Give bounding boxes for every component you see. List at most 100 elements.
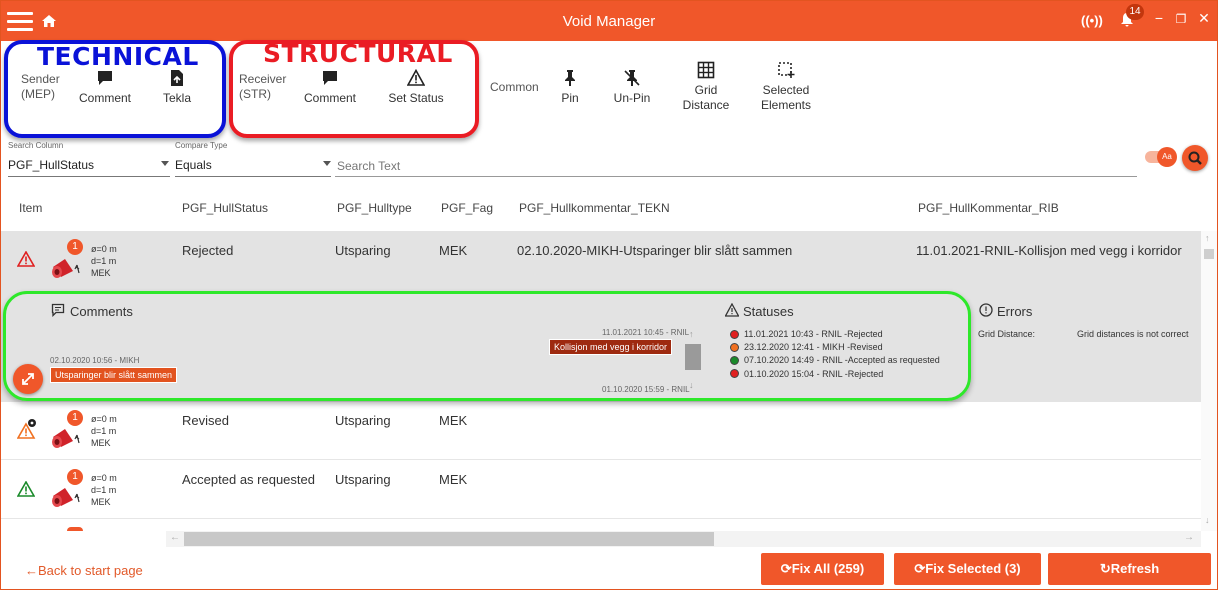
back-to-start-link[interactable]: ←Back to start page	[25, 563, 143, 578]
cell-kommentar-rib: 11.01.2021-RNIL-Kollisjon med vegg i kor…	[916, 243, 1182, 258]
vertical-scrollbar[interactable]: ↑ ↓	[1201, 231, 1217, 531]
set-status-button[interactable]: Set Status	[381, 69, 451, 105]
element-count-badge: 1	[67, 410, 83, 426]
comment-left-meta: 02.10.2020 10:56 - MIKH	[50, 356, 140, 365]
dim-diameter: ø=0 m	[91, 473, 117, 483]
fix-selected-label: Fix Selected (3)	[925, 561, 1021, 576]
vertical-scroll-thumb[interactable]	[1204, 249, 1214, 259]
comments-scroll-up-icon[interactable]: ↑	[689, 329, 694, 339]
dim-discipline: MEK	[91, 497, 111, 507]
close-button[interactable]: ✕	[1196, 10, 1212, 30]
statuses-title: Statuses	[743, 304, 794, 319]
table-row[interactable]: 1 ø=0 m d=1 m MEK Revised Utsparing MEK	[1, 402, 1201, 460]
column-header-fag[interactable]: PGF_Fag	[441, 201, 493, 215]
element-count-badge: 1	[67, 469, 83, 485]
tekla-label: Tekla	[162, 91, 191, 105]
notification-count-badge: 14	[1126, 4, 1144, 20]
chevron-down-icon[interactable]	[161, 161, 169, 166]
dim-discipline: MEK	[91, 438, 111, 448]
cell-fag: MEK	[439, 413, 468, 428]
scroll-up-icon[interactable]: ↑	[1205, 233, 1210, 243]
compare-type-caption: Compare Type	[175, 141, 228, 150]
search-icon[interactable]	[1182, 145, 1208, 171]
errors-title: Errors	[997, 304, 1033, 319]
warning-gear-icon	[17, 419, 36, 439]
dim-discipline: MEK	[91, 268, 111, 278]
fix-all-button[interactable]: ⟳Fix All (259)	[761, 553, 884, 585]
selected-elements-button[interactable]: Selected Elements	[753, 61, 819, 113]
error-value: Grid distances is not correct	[1077, 329, 1189, 339]
restore-button[interactable]: ❐	[1173, 12, 1189, 32]
sync-icon: ⟳	[780, 561, 792, 576]
search-text-underline	[335, 176, 1137, 177]
column-header-item[interactable]: Item	[19, 201, 42, 215]
comments-icon	[51, 303, 65, 317]
column-header-hulltype[interactable]: PGF_Hulltype	[337, 201, 412, 215]
cell-fag: MEK	[439, 472, 468, 487]
scroll-down-icon[interactable]: ↓	[1205, 515, 1210, 525]
dim-depth: d=1 m	[91, 256, 117, 266]
unpin-icon	[624, 70, 640, 86]
cell-hullstatus: Accepted as requested	[182, 472, 315, 487]
pin-button[interactable]: Pin	[553, 69, 587, 105]
horizontal-scroll-thumb[interactable]	[184, 532, 714, 546]
cell-kommentar-tekn: 02.10.2020-MIKH-Utsparinger blir slått s…	[517, 243, 793, 258]
status-dot	[730, 369, 739, 378]
comment-right-chip[interactable]: Kollisjon med vegg i korridor	[549, 339, 673, 355]
case-sensitive-icon: Aa	[1157, 147, 1177, 167]
technical-comment-button[interactable]: Comment	[75, 69, 135, 105]
dim-depth: d=1 m	[91, 485, 117, 495]
error-key: Grid Distance:	[978, 329, 1036, 339]
search-text-input[interactable]: Search Text	[337, 159, 400, 173]
search-column-select[interactable]: PGF_HullStatus	[8, 158, 168, 172]
comment-left-chip[interactable]: Utsparinger blir slått sammen	[50, 367, 178, 383]
table-row[interactable]: 1 ø=0 m d=1 m MEK Accepted as requested …	[1, 461, 1201, 519]
partial-row-badge	[67, 527, 83, 531]
structural-group-title: STRUCTURAL	[263, 39, 453, 68]
connectivity-icon[interactable]: ((•))	[1081, 13, 1103, 28]
compare-type-select[interactable]: Equals	[175, 158, 325, 172]
comment-icon	[323, 71, 337, 85]
title-bar: Void Manager ((•)) 14 − ❐ ✕	[1, 1, 1217, 41]
chevron-down-icon[interactable]	[323, 161, 331, 166]
sync-icon: ⟳	[914, 561, 926, 576]
comments-scroll-track[interactable]	[685, 344, 701, 370]
status-entry: 01.10.2020 15:04 - RNIL -Rejected	[744, 369, 884, 379]
dim-depth: d=1 m	[91, 426, 117, 436]
column-header-hullkommentar-tekn[interactable]: PGF_Hullkommentar_TEKN	[519, 201, 670, 215]
cell-hulltype: Utsparing	[335, 413, 391, 428]
structural-comment-button[interactable]: Comment	[299, 69, 361, 105]
warning-icon	[407, 69, 425, 86]
pin-icon	[565, 70, 575, 86]
selection-add-icon	[778, 62, 795, 78]
fix-selected-button[interactable]: ⟳Fix Selected (3)	[894, 553, 1041, 585]
scroll-right-icon[interactable]: →	[1184, 532, 1194, 543]
case-sensitive-toggle[interactable]: Aa	[1145, 147, 1177, 167]
technical-comment-label: Comment	[78, 91, 131, 105]
table-row[interactable]: 1 ø=0 m d=1 m MEK Rejected Utsparing MEK…	[1, 231, 1201, 291]
horizontal-scrollbar[interactable]: ← →	[166, 531, 1201, 547]
pin-label: Pin	[561, 91, 579, 105]
sender-label: Sender (MEP)	[21, 72, 60, 101]
comment-bottom-meta: 01.10.2020 15:59 - RNIL	[602, 385, 690, 394]
status-dot	[730, 330, 739, 339]
unpin-button[interactable]: Un-Pin	[609, 69, 655, 105]
cell-hullstatus: Rejected	[182, 243, 234, 258]
tekla-button[interactable]: Tekla	[151, 69, 203, 105]
column-header-hullstatus[interactable]: PGF_HullStatus	[182, 201, 268, 215]
selected-elements-label: Selected Elements	[760, 83, 812, 112]
scroll-left-icon[interactable]: ←	[170, 532, 180, 543]
cell-hullstatus: Revised	[182, 413, 229, 428]
status-entry: 07.10.2020 14:49 - RNIL -Accepted as req…	[744, 355, 940, 365]
grid-distance-label: Grid Distance	[682, 83, 730, 112]
expand-icon[interactable]	[13, 364, 43, 394]
search-column-caption: Search Column	[8, 141, 64, 150]
column-header-hullkommentar-rib[interactable]: PGF_HullKommentar_RIB	[918, 201, 1059, 215]
error-icon	[979, 303, 993, 317]
refresh-button[interactable]: ↻Refresh	[1048, 553, 1211, 585]
status-dot	[730, 343, 739, 352]
grid-icon	[697, 61, 715, 79]
cell-hulltype: Utsparing	[335, 472, 391, 487]
minimize-button[interactable]: −	[1151, 10, 1167, 30]
grid-distance-button[interactable]: Grid Distance	[677, 61, 735, 113]
